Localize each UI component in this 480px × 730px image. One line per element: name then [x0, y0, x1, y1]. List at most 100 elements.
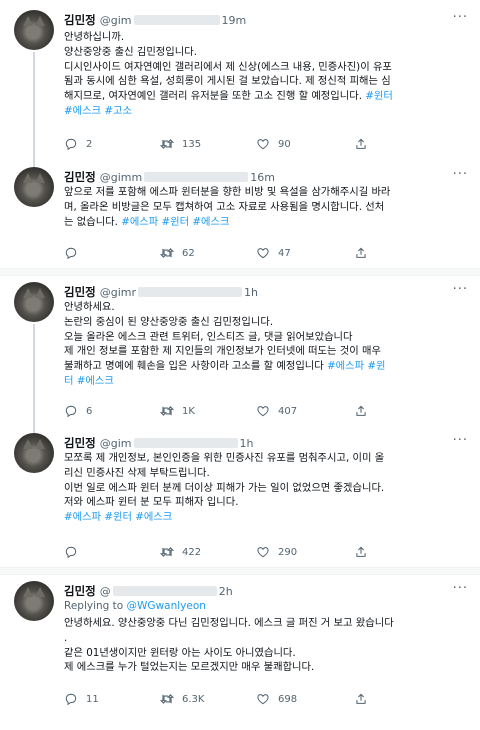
- reply-count: 6: [86, 405, 93, 417]
- display-name[interactable]: 김민정: [64, 436, 96, 450]
- hashtag-link[interactable]: #윈터: [162, 216, 190, 228]
- tweet-text-segment: 불쾌하고 명예에 훼손을 입은 사항이라 고소를 할 예정입니다: [64, 360, 328, 373]
- like-button[interactable]: 407: [256, 403, 297, 419]
- reply-button[interactable]: [64, 245, 86, 261]
- hashtag-link[interactable]: #고소: [104, 105, 132, 117]
- retweet-count: 422: [182, 546, 202, 558]
- like-button[interactable]: 47: [256, 245, 291, 261]
- reply-icon: [65, 693, 77, 706]
- retweet-button[interactable]: 135: [160, 136, 201, 152]
- tweet-time[interactable]: 1h: [244, 286, 258, 299]
- retweet-icon: [160, 547, 174, 557]
- retweet-button[interactable]: 6.3K: [160, 691, 204, 707]
- tweet-line: 저와 에스파 윈터 분 모두 피해자 입니다.: [64, 495, 468, 510]
- reply-button[interactable]: 6: [64, 403, 92, 419]
- more-icon[interactable]: ···: [453, 433, 468, 448]
- more-icon[interactable]: ···: [453, 10, 468, 25]
- tweet-line: 양산중앙중 출신 김민정입니다.: [64, 45, 468, 60]
- user-handle[interactable]: @: [100, 585, 111, 598]
- avatar[interactable]: [14, 581, 54, 621]
- tweet-text: 안녕하세요. 양산중앙중 다닌 김민정입니다. 에스크 글 퍼진 거 보고 왔습…: [64, 616, 468, 675]
- redacted-handle: [133, 15, 220, 25]
- heart-icon: [257, 248, 269, 259]
- display-name[interactable]: 김민정: [64, 285, 96, 299]
- tweet-line: 이번 일로 에스파 윈터 분께 더이상 피해가 가는 일이 없었으면 좋겠습니다…: [64, 481, 468, 496]
- like-button[interactable]: 90: [256, 136, 291, 152]
- share-icon: [356, 138, 366, 149]
- avatar[interactable]: [14, 10, 54, 50]
- hashtag-link[interactable]: #에스크: [135, 511, 172, 523]
- user-handle[interactable]: @gim: [100, 14, 132, 27]
- tweet-time[interactable]: 2h: [219, 585, 233, 598]
- tweet[interactable]: 김민정 @gimm 16m ··· 앞으로 저를 포함해 에스파 윈터분을 향한 비…: [0, 159, 480, 268]
- display-name[interactable]: 김민정: [64, 13, 96, 27]
- display-name[interactable]: 김민정: [64, 170, 96, 184]
- share-button[interactable]: [354, 691, 376, 707]
- tweet-text: 앞으로 저를 포함해 에스파 윈터분을 향한 비방 및 욕설을 삼가해주시길 바…: [64, 185, 468, 229]
- user-handle[interactable]: @gim: [100, 437, 132, 450]
- tweet[interactable]: 김민정 @2h ··· Replying to @WGwanlyeon 안녕하세요…: [0, 575, 480, 730]
- hashtag-link[interactable]: #에스크: [77, 375, 114, 387]
- retweet-icon: [160, 694, 174, 704]
- share-button[interactable]: [354, 136, 376, 152]
- user-handle[interactable]: @gimr: [100, 286, 136, 299]
- reply-button[interactable]: [64, 544, 86, 560]
- tweet[interactable]: 김민정 @gim 1h ··· 모쪼록 제 개인정보, 본인인증을 위한 민증사진 …: [0, 425, 480, 567]
- tweet-text-segment: 같은 01년생이지만 윈터랑 아는 사이도 아니였습니다.: [64, 646, 296, 659]
- hashtag-link[interactable]: #에스크: [64, 105, 101, 117]
- hashtag-link[interactable]: #윈: [367, 360, 385, 372]
- share-button[interactable]: [354, 544, 376, 560]
- user-handle[interactable]: @gimm: [100, 171, 142, 184]
- replying-to-handle[interactable]: @WGwanlyeon: [127, 600, 206, 612]
- hashtag-link[interactable]: #에스파: [64, 511, 101, 523]
- share-button[interactable]: [354, 403, 376, 419]
- tweet-time[interactable]: 16m: [250, 171, 275, 184]
- heart-icon: [257, 139, 269, 150]
- like-button[interactable]: 698: [256, 691, 297, 707]
- share-button[interactable]: [354, 245, 376, 261]
- tweet-text-segment: 디시인사이드 여자연예인 갤러리에서 제 신상(에스크 내용, 민증사진)이 유…: [64, 60, 392, 73]
- thread-line: [33, 425, 35, 433]
- more-icon[interactable]: ···: [453, 581, 468, 596]
- avatar[interactable]: [14, 433, 54, 473]
- tweet-line: #에스파 #윈터 #에스크: [64, 510, 468, 525]
- reply-icon: [65, 247, 77, 260]
- tweet-line: 안녕하세요.: [64, 300, 468, 315]
- share-icon: [356, 247, 366, 258]
- tweet-separator: [0, 268, 480, 276]
- tweet-header: 김민정 @2h ···: [64, 581, 468, 601]
- tweet-text-segment: 논란의 중심이 된 양산중앙중 출신 김민정입니다.: [64, 315, 274, 328]
- tweet-line: 디시인사이드 여자연예인 갤러리에서 제 신상(에스크 내용, 민증사진)이 유…: [64, 60, 468, 75]
- tweet[interactable]: 김민정 @gim 19m ··· 안녕하십니까. 양산중앙중 출신 김민정입니다. 디시…: [0, 0, 480, 159]
- hashtag-link[interactable]: #에스파: [121, 216, 158, 228]
- tweet-line: 불쾌하고 명예에 훼손을 입은 사항이라 고소를 할 예정입니다 #에스파 #윈: [64, 359, 468, 374]
- tweet-time[interactable]: 19m: [222, 14, 247, 27]
- hashtag-link[interactable]: #에스파: [327, 360, 364, 372]
- tweet-text-segment: 제 개인 정보를 포함한 제 지인들의 개인정보가 인터넷에 떠도는 것이 매우: [64, 345, 381, 358]
- avatar[interactable]: [14, 167, 54, 207]
- retweet-button[interactable]: 1K: [160, 403, 195, 419]
- like-button[interactable]: 290: [256, 544, 297, 560]
- heart-icon: [257, 694, 269, 705]
- display-name[interactable]: 김민정: [64, 584, 96, 598]
- avatar[interactable]: [14, 282, 54, 322]
- retweet-button[interactable]: 62: [160, 245, 195, 261]
- retweet-button[interactable]: 422: [160, 544, 201, 560]
- hashtag-link[interactable]: #에스크: [192, 216, 229, 228]
- tweet-time[interactable]: 1h: [240, 437, 254, 450]
- tweet-line: 제 에스크를 누가 털었는지는 모르겠지만 매우 불쾌합니다.: [64, 660, 468, 675]
- hashtag-link[interactable]: #윈터: [104, 511, 132, 523]
- tweet-actions: 11 6.3K 698: [64, 691, 468, 707]
- hashtag-link[interactable]: #윈터: [365, 90, 393, 102]
- tweet-line: 안녕하세요. 양산중앙중 다닌 김민정입니다. 에스크 글 퍼진 거 보고 왔습…: [64, 616, 468, 631]
- more-icon[interactable]: ···: [453, 167, 468, 182]
- more-icon[interactable]: ···: [453, 282, 468, 297]
- tweet-header: 김민정 @gim 19m ···: [64, 10, 468, 30]
- tweet[interactable]: 김민정 @gimr 1h ··· 안녕하세요. 논란의 중심이 된 양산중앙중 출신 …: [0, 276, 480, 425]
- reply-button[interactable]: 2: [64, 136, 92, 152]
- like-count: 290: [278, 546, 298, 558]
- thread-line: [33, 52, 35, 159]
- retweet-count: 6.3K: [182, 693, 205, 705]
- reply-button[interactable]: 11: [64, 691, 99, 707]
- reply-count: 2: [86, 138, 93, 150]
